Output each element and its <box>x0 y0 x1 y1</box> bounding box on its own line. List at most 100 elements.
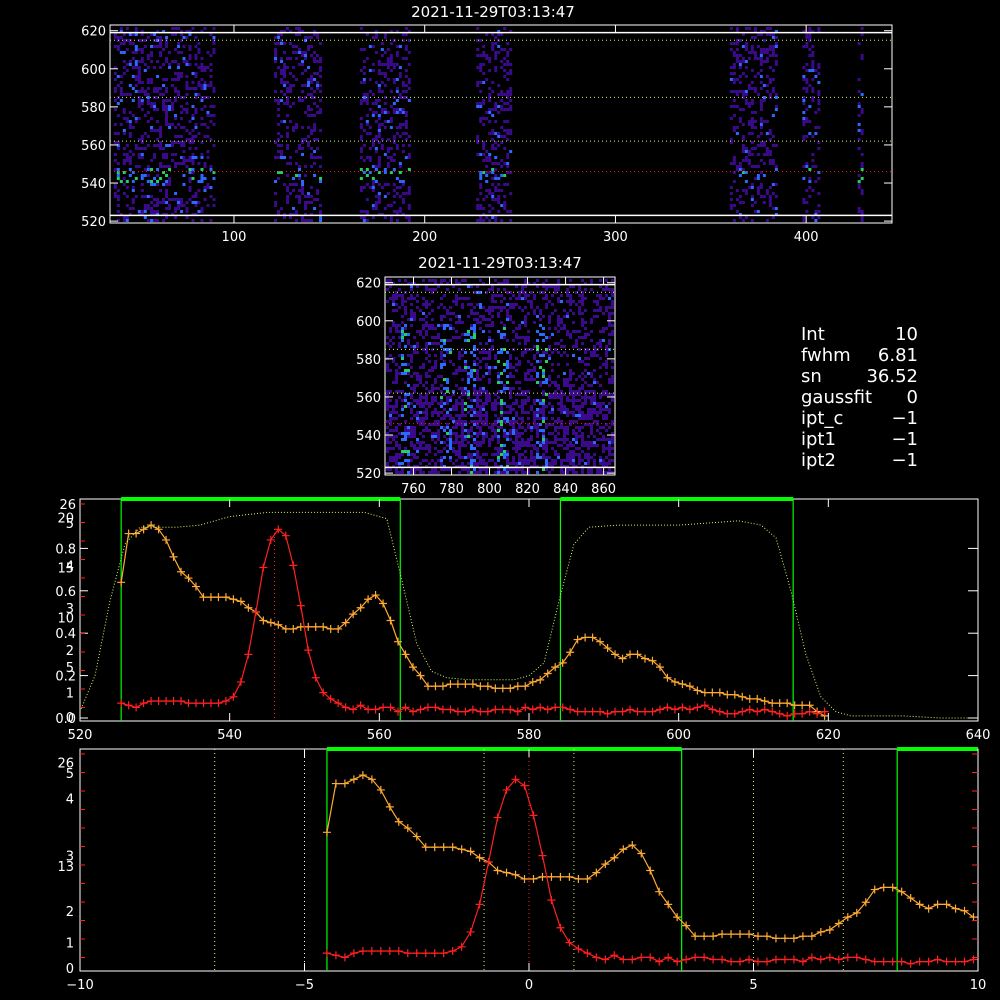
heatmap-cell <box>611 330 614 333</box>
heatmap-cell <box>416 450 419 453</box>
heatmap-cell <box>182 159 186 162</box>
heatmap-cell <box>452 363 455 366</box>
heatmap-cell <box>491 324 494 327</box>
heatmap-cell <box>365 123 369 126</box>
heatmap-cell <box>802 99 806 102</box>
heatmap-cell <box>153 156 157 159</box>
heatmap-cell <box>482 357 485 360</box>
heatmap-cell <box>587 453 590 456</box>
heatmap-cell <box>482 441 485 444</box>
heatmap-cell <box>153 198 157 201</box>
heatmap-cell <box>605 462 608 465</box>
heatmap-cell <box>575 438 578 441</box>
heatmap-cell <box>741 144 745 147</box>
heatmap-cell <box>512 441 515 444</box>
heatmap-cell <box>452 300 455 303</box>
y-tick-label: 580 <box>356 353 381 368</box>
heatmap-cell <box>395 375 398 378</box>
heatmap-cell <box>431 336 434 339</box>
heatmap-cell <box>805 69 809 72</box>
heatmap-cell <box>482 219 486 222</box>
heatmap-cell <box>506 183 510 186</box>
heatmap-cell <box>182 45 186 48</box>
heatmap-cell <box>122 33 126 36</box>
heatmap-cell <box>298 63 302 66</box>
heatmap-cell <box>443 447 446 450</box>
heatmap-cell <box>759 195 763 198</box>
heatmap-cell <box>518 360 521 363</box>
heatmap-cell <box>500 408 503 411</box>
heatmap-cell <box>557 300 560 303</box>
heatmap-cell <box>143 204 147 207</box>
heatmap-cell <box>494 300 497 303</box>
heatmap-cell <box>476 396 479 399</box>
heatmap-cell <box>185 36 189 39</box>
heatmap-cell <box>425 285 428 288</box>
heatmap-cell <box>301 54 305 57</box>
heatmap-cell <box>587 417 590 420</box>
heatmap-cell <box>587 414 590 417</box>
heatmap-cell <box>732 114 736 117</box>
heatmap-cell <box>768 33 772 36</box>
heatmap-cell <box>518 393 521 396</box>
heatmap-cell <box>440 357 443 360</box>
heatmap-cell <box>319 75 323 78</box>
heatmap-cell <box>536 351 539 354</box>
heatmap-cell <box>593 462 596 465</box>
heatmap-cell <box>509 99 513 102</box>
heatmap-cell <box>410 297 413 300</box>
heatmap-cell <box>857 90 861 93</box>
heatmap-cell <box>729 105 733 108</box>
heatmap-cell <box>762 39 766 42</box>
heatmap-cell <box>530 435 533 438</box>
heatmap-cell <box>171 84 175 87</box>
heatmap-cell <box>482 102 486 105</box>
heatmap-cell <box>575 330 578 333</box>
heatmap-cell <box>407 354 410 357</box>
heatmap-cell <box>738 39 742 42</box>
heatmap-cell <box>554 429 557 432</box>
heatmap-cell <box>313 198 317 201</box>
heatmap-cell <box>578 330 581 333</box>
heatmap-cell <box>437 459 440 462</box>
heatmap-cell <box>527 441 530 444</box>
heatmap-cell <box>422 396 425 399</box>
heatmap-cell <box>741 60 745 63</box>
heatmap-cell <box>860 219 864 222</box>
heatmap-cell <box>551 405 554 408</box>
heatmap-cell <box>470 453 473 456</box>
heatmap-cell <box>404 459 407 462</box>
heatmap-cell <box>146 174 150 177</box>
heatmap-cell <box>461 402 464 405</box>
heatmap-cell <box>759 108 763 111</box>
heatmap-cell <box>455 441 458 444</box>
heatmap-cell <box>738 117 742 120</box>
heatmap-cell <box>310 114 314 117</box>
heatmap-cell <box>497 201 501 204</box>
heatmap-cell <box>380 81 384 84</box>
heatmap-cell <box>116 48 120 51</box>
heatmap-cell <box>753 120 757 123</box>
heatmap-cell <box>156 183 160 186</box>
heatmap-cell <box>857 174 861 177</box>
heatmap-cell <box>811 51 815 54</box>
heatmap-cell <box>407 87 411 90</box>
heatmap-cell <box>518 405 521 408</box>
heatmap-cell <box>488 324 491 327</box>
y-tick-label: 520 <box>81 215 106 230</box>
heatmap-cell <box>759 126 763 129</box>
heatmap-cell <box>422 459 425 462</box>
heatmap-cell <box>182 162 186 165</box>
heatmap-cell <box>473 333 476 336</box>
heatmap-cell <box>422 324 425 327</box>
heatmap-cell <box>479 171 483 174</box>
heatmap-cell <box>449 456 452 459</box>
heatmap-cell <box>146 99 150 102</box>
heatmap-cell <box>443 468 446 471</box>
heatmap-cell <box>817 99 821 102</box>
heatmap-cell <box>410 432 413 435</box>
heatmap-cell <box>392 429 395 432</box>
heatmap-cell <box>188 198 192 201</box>
heatmap-cell <box>566 411 569 414</box>
heatmap-cell <box>482 153 486 156</box>
